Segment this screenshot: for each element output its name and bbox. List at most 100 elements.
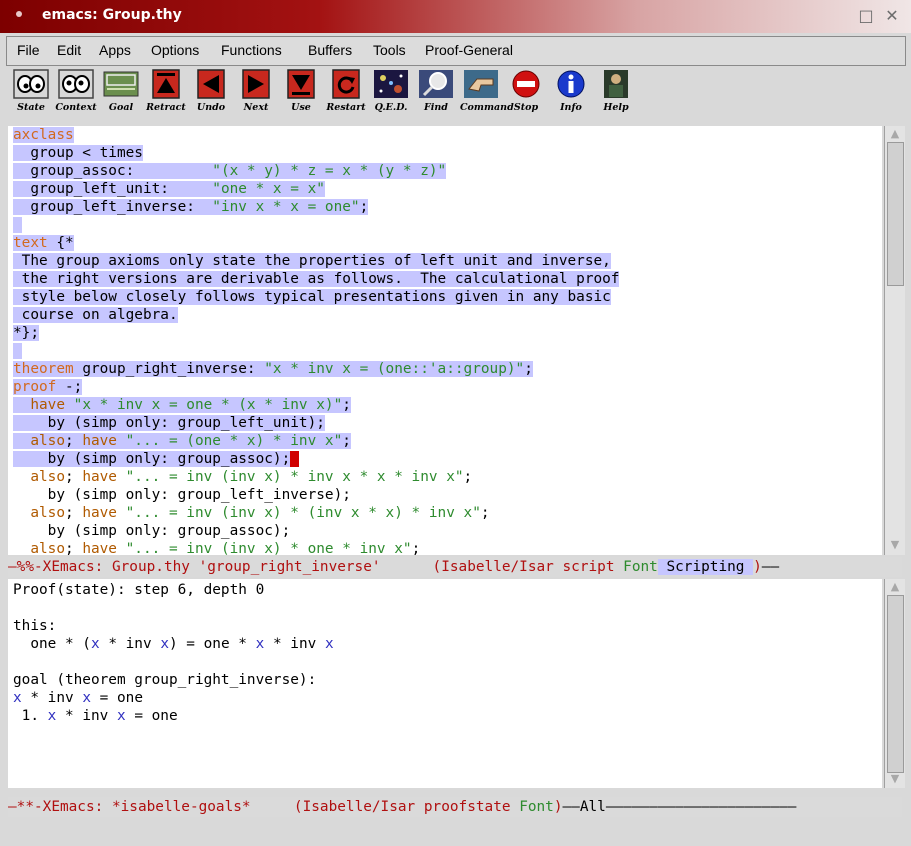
script-line[interactable]: the right versions are derivable as foll…: [13, 270, 882, 288]
help-icon: [604, 70, 628, 98]
window-menu-icon[interactable]: [16, 11, 22, 17]
eyes-icon: [13, 69, 49, 99]
code-token: course on algebra.: [13, 307, 178, 323]
script-scrollbar[interactable]: ▲ ▼: [884, 126, 905, 555]
goals-line-text: x * inv x = one: [13, 690, 143, 706]
script-line[interactable]: course on algebra.: [13, 306, 882, 324]
info-button[interactable]: Info: [550, 69, 592, 117]
script-line[interactable]: text {*: [13, 234, 882, 252]
find-button[interactable]: Find: [415, 69, 457, 117]
menu-proof-general[interactable]: Proof-General: [425, 42, 513, 58]
script-line[interactable]: group < times: [13, 144, 882, 162]
qed-button[interactable]: Q.E.D.: [370, 69, 412, 117]
menu-tools[interactable]: Tools: [373, 42, 406, 58]
retract-button[interactable]: Retract: [145, 69, 187, 117]
code-token: axclass: [13, 127, 74, 143]
script-line[interactable]: *};: [13, 324, 882, 342]
code-token: x: [13, 690, 22, 706]
script-line-text: by (simp only: group_left_unit);: [13, 415, 325, 431]
close-icon[interactable]: ✕: [883, 7, 901, 25]
code-token: * inv: [21, 690, 83, 706]
goals-line[interactable]: Proof(state): step 6, depth 0: [13, 581, 882, 599]
script-line[interactable]: group_left_inverse: "inv x * x = one";: [13, 198, 882, 216]
command-button[interactable]: Command: [460, 69, 514, 117]
script-line[interactable]: [13, 216, 882, 234]
undo-button[interactable]: Undo: [190, 69, 232, 117]
goal-icon: [103, 71, 139, 97]
help-button[interactable]: Help: [595, 69, 637, 117]
script-line-text: *};: [13, 325, 39, 341]
modeline2-buffer-name: XEmacs: *isabelle-goals*: [42, 799, 251, 815]
goals-line[interactable]: goal (theorem group_right_inverse):: [13, 671, 882, 689]
code-token: x: [90, 636, 100, 652]
undo-icon: [197, 69, 225, 99]
code-token: *};: [13, 325, 39, 341]
script-scroll-thumb[interactable]: [887, 142, 904, 286]
code-token: x: [324, 636, 334, 652]
script-line[interactable]: by (simp only: group_left_unit);: [13, 414, 882, 432]
goal-button[interactable]: Goal: [100, 69, 142, 117]
modeline-font: Font: [623, 559, 658, 575]
script-line[interactable]: by (simp only: group_left_inverse);: [13, 486, 882, 504]
menu-options[interactable]: Options: [151, 42, 199, 58]
scroll-up-icon[interactable]: ▲: [887, 128, 903, 140]
use-label: Use: [291, 102, 311, 113]
goals-buffer[interactable]: Proof(state): step 6, depth 0 this: one *…: [8, 579, 882, 788]
stop-button[interactable]: Stop: [505, 69, 547, 117]
menu-buffers[interactable]: Buffers: [308, 42, 352, 58]
goals-line[interactable]: [13, 599, 882, 617]
script-line[interactable]: have "x * inv x = one * (x * inv x)";: [13, 396, 882, 414]
script-line[interactable]: proof -;: [13, 378, 882, 396]
goals-line-text: goal (theorem group_right_inverse):: [13, 672, 316, 688]
script-line[interactable]: group_assoc: "(x * y) * z = x * (y * z)": [13, 162, 882, 180]
script-line[interactable]: group_left_unit: "one * x = x": [13, 180, 882, 198]
maximize-icon[interactable]: □: [857, 7, 875, 25]
code-token: have: [13, 397, 65, 413]
find-icon: [419, 70, 453, 98]
goals-scroll-thumb[interactable]: [887, 595, 904, 773]
scroll-down-icon[interactable]: ▼: [887, 539, 903, 551]
code-token: have: [82, 541, 117, 555]
script-line-text: group < times: [13, 145, 143, 161]
state-button[interactable]: State: [10, 69, 52, 117]
goals-line[interactable]: one * (x * inv x) = one * x * inv x: [13, 635, 882, 653]
goals-line[interactable]: 1. x * inv x = one: [13, 707, 882, 725]
context-button[interactable]: Context: [55, 69, 97, 117]
next-button[interactable]: Next: [235, 69, 277, 117]
script-line-text: The group axioms only state the properti…: [13, 253, 611, 269]
script-line[interactable]: [13, 342, 882, 360]
script-line[interactable]: also; have "... = inv (inv x) * inv x * …: [13, 468, 882, 486]
goals-line[interactable]: x * inv x = one: [13, 689, 882, 707]
code-token: ;: [359, 199, 369, 215]
code-token: ;: [64, 505, 83, 521]
restart-button[interactable]: Restart: [325, 69, 367, 117]
script-line[interactable]: axclass: [13, 126, 882, 144]
modeline-scripting: Scripting: [657, 559, 754, 575]
script-buffer[interactable]: axclass group < times group_assoc: "(x *…: [8, 126, 882, 555]
goals-line[interactable]: this:: [13, 617, 882, 635]
goals-scroll-down-icon[interactable]: ▼: [887, 773, 903, 785]
script-line[interactable]: theorem group_right_inverse: "x * inv x …: [13, 360, 882, 378]
menu-edit[interactable]: Edit: [57, 42, 81, 58]
menu-functions[interactable]: Functions: [221, 42, 282, 58]
goals-text[interactable]: Proof(state): step 6, depth 0 this: one *…: [8, 579, 882, 725]
script-line[interactable]: style below closely follows typical pres…: [13, 288, 882, 306]
script-modeline: —%%-XEmacs: Group.thy 'group_right_inver…: [8, 557, 902, 577]
code-token: proof: [13, 379, 57, 395]
script-line[interactable]: also; have "... = inv (inv x) * (inv x *…: [13, 504, 882, 522]
script-line[interactable]: also; have "... = inv (inv x) * one * in…: [13, 540, 882, 555]
goals-scrollbar[interactable]: ▲ ▼: [884, 579, 905, 788]
script-line[interactable]: The group axioms only state the properti…: [13, 252, 882, 270]
script-line[interactable]: by (simp only: group_assoc);: [13, 522, 882, 540]
menu-file[interactable]: File: [17, 42, 40, 58]
menu-apps[interactable]: Apps: [99, 42, 131, 58]
title-bar[interactable]: emacs: Group.thy □ ✕: [0, 0, 911, 33]
script-line[interactable]: also; have "... = (one * x) * inv x";: [13, 432, 882, 450]
goals-scroll-up-icon[interactable]: ▲: [887, 581, 903, 593]
use-button[interactable]: Use: [280, 69, 322, 117]
code-token: ) = one *: [168, 636, 256, 652]
script-line[interactable]: by (simp only: group_assoc);: [13, 450, 882, 468]
goals-line[interactable]: [13, 653, 882, 671]
script-text[interactable]: axclass group < times group_assoc: "(x *…: [8, 126, 882, 555]
